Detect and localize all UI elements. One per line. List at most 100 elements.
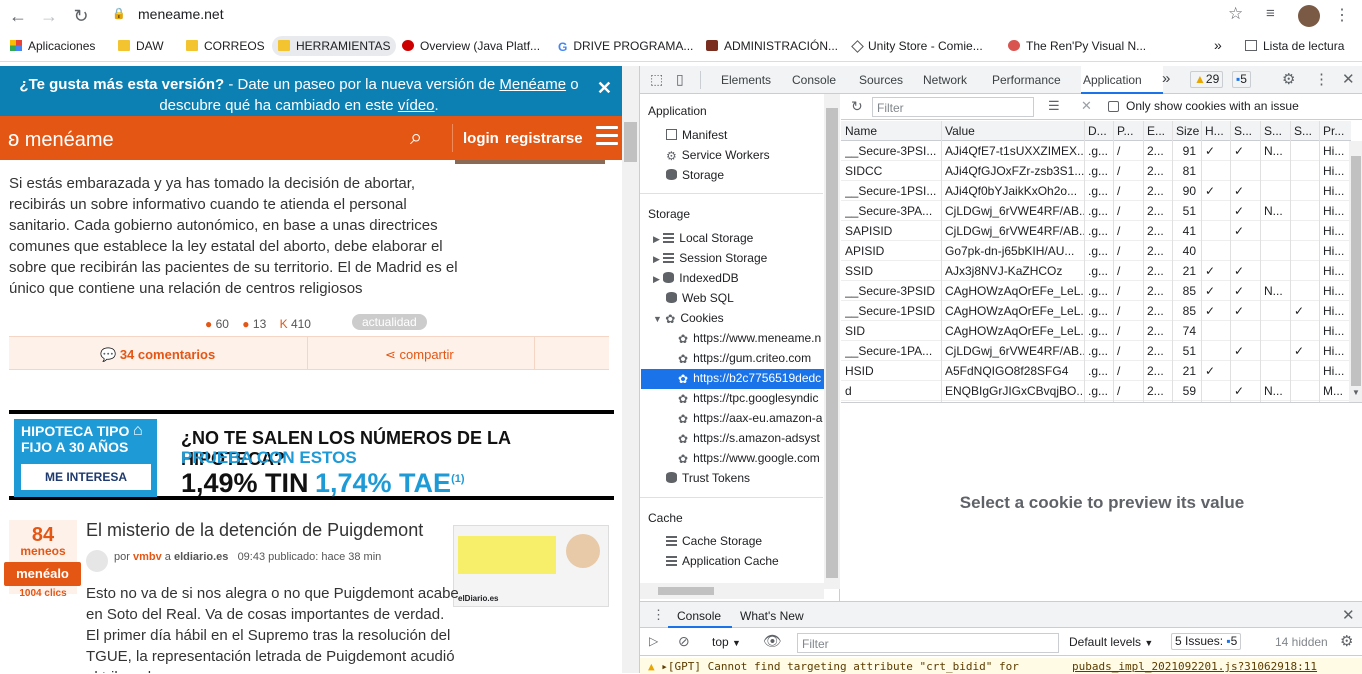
sidebar-item-manifest[interactable]: Manifest <box>666 128 727 142</box>
cookie-site-item[interactable]: ✿ https://www.google.com <box>678 451 824 465</box>
cookie-site-item[interactable]: ✿ https://aax-eu.amazon-a <box>678 411 824 425</box>
sidebar-item-cache-storage[interactable]: Cache Storage <box>666 534 762 548</box>
column-divider[interactable] <box>1319 121 1320 402</box>
table-row[interactable]: HSID A5FdNQIGO8f28SFG4 .g... / 2... 21 ✓ Hi... <box>841 361 1351 381</box>
site-logo[interactable]: ʚ menéame <box>8 126 114 152</box>
bookmark-java[interactable]: Overview (Java Platf... <box>402 39 540 53</box>
table-row[interactable]: d ENQBIgGrJIGxCBvqjBO... .g... / 2... 59 ✓ N...… <box>841 381 1351 401</box>
column-header[interactable]: S... <box>1264 124 1290 138</box>
tab-sources[interactable]: Sources <box>859 73 903 87</box>
more-bookmarks-icon[interactable]: » <box>1214 37 1222 53</box>
video-link[interactable]: vídeo <box>398 97 435 114</box>
cookie-site-item-selected[interactable]: ✿ https://b2c7756519dedc <box>678 371 824 385</box>
search-icon[interactable]: ⌕ <box>410 124 422 150</box>
refresh-icon[interactable]: ↻ <box>851 98 863 115</box>
table-row[interactable]: __Secure-1PSID CAgHOWzAqOrEFe_LeL... .g...… <box>841 301 1351 321</box>
scroll-down-arrow-icon[interactable]: ▼ <box>1352 388 1360 397</box>
forward-icon[interactable]: → <box>37 4 61 28</box>
table-row[interactable]: SIDCC AJi4QfGJOxFZr-zsb3S1... .g... / 2... 81… <box>841 161 1351 181</box>
column-divider[interactable] <box>1084 121 1085 402</box>
profile-avatar[interactable] <box>1298 5 1320 27</box>
column-divider[interactable] <box>1260 121 1261 402</box>
clear-console-icon[interactable]: ⊘ <box>678 633 690 650</box>
cookie-site-item[interactable]: ✿ https://gum.criteo.com <box>678 351 811 366</box>
eye-icon[interactable]: 👁 <box>763 632 782 650</box>
story-thumbnail[interactable]: elDiario.es <box>453 525 609 607</box>
column-header[interactable]: Name <box>845 124 941 138</box>
column-header[interactable]: D... <box>1088 124 1114 138</box>
sidebar-hscrollbar-thumb[interactable] <box>658 587 714 595</box>
hamburger-menu-icon[interactable] <box>596 126 618 150</box>
close-devtools-icon[interactable]: ✕ <box>1342 70 1355 88</box>
kebab-menu-icon[interactable]: ⋮ <box>1314 70 1329 88</box>
inspect-icon[interactable]: ⬚ <box>650 71 663 88</box>
page-scrollbar-thumb[interactable] <box>624 122 637 162</box>
story-title[interactable]: El misterio de la detención de Puigdemon… <box>86 520 423 541</box>
issue-filter-checkbox[interactable] <box>1108 101 1119 112</box>
table-row[interactable]: SID CAgHOWzAqOrEFe_LeL... .g... / 2... 74 Hi..… <box>841 321 1351 341</box>
sidebar-item-session-storage[interactable]: ▶ Session Storage <box>653 251 767 265</box>
address-bar[interactable]: meneame.net <box>138 6 224 22</box>
tab-application[interactable]: Application <box>1083 73 1142 87</box>
close-drawer-icon[interactable]: ✕ <box>1342 606 1355 624</box>
warning-source-link[interactable]: pubads_impl_2021092201.js?31062918:11 <box>1072 660 1317 673</box>
share-link[interactable]: ⋖ compartir <box>385 347 454 363</box>
column-divider[interactable] <box>1201 121 1202 402</box>
media-icon[interactable]: ≡ <box>1266 5 1275 22</box>
column-divider[interactable] <box>1172 121 1173 402</box>
bookmark-admin[interactable]: ADMINISTRACIÓN... <box>706 39 838 53</box>
log-levels-select[interactable]: Default levels ▼ <box>1069 635 1153 649</box>
table-row[interactable]: SSID AJx3j8NVJ-KaZHCOz .g... / 2... 21 ✓ ✓ Hi... <box>841 261 1351 281</box>
column-header[interactable]: Pr... <box>1323 124 1349 138</box>
device-toggle-icon[interactable]: ▯ <box>676 71 684 88</box>
console-settings-icon[interactable]: ⚙ <box>1340 632 1353 650</box>
sidebar-item-trust-tokens[interactable]: Trust Tokens <box>666 471 750 485</box>
lock-icon[interactable]: 🔒 <box>112 7 126 20</box>
drawer-menu-icon[interactable]: ⋮ <box>652 607 665 623</box>
tab-console[interactable]: Console <box>792 73 836 87</box>
table-row[interactable]: __Secure-3PSI... AJi4QfE7-t1sUXXZIMEX....… <box>841 141 1351 161</box>
issues-badge[interactable]: 5 Issues: ▪5 <box>1171 633 1242 650</box>
sidebar-item-cookies[interactable]: ▼ ✿ Cookies <box>653 311 724 326</box>
table-row[interactable]: __Secure-1PA... CjLDGwj_6rVWE4RF/AB... .g.… <box>841 341 1351 361</box>
tab-performance[interactable]: Performance <box>992 73 1061 87</box>
delete-selected-icon[interactable]: ✕ <box>1081 98 1092 114</box>
warnings-badge[interactable]: ▲29 <box>1190 71 1224 88</box>
clear-filtered-icon[interactable]: ☰ <box>1048 98 1060 114</box>
column-header[interactable]: Value <box>945 124 1085 138</box>
new-version-link[interactable]: Menéame <box>499 76 566 93</box>
more-tabs-icon[interactable]: » <box>1162 70 1170 87</box>
drawer-tab-console[interactable]: Console <box>677 609 721 623</box>
context-select[interactable]: top ▼ <box>712 635 741 649</box>
category-tag[interactable]: actualidad <box>352 314 427 330</box>
bookmark-renpy[interactable]: The Ren'Py Visual N... <box>1008 39 1146 53</box>
tab-elements[interactable]: Elements <box>721 73 771 87</box>
console-filter-input[interactable]: Filter <box>797 633 1059 653</box>
table-row[interactable]: __Secure-1PSI... AJi4Qf0bYJaikKxOh2o... .g… <box>841 181 1351 201</box>
cookie-site-item[interactable]: ✿ https://www.meneame.n <box>678 331 821 346</box>
column-header[interactable]: Size <box>1176 124 1202 138</box>
bookmark-unity[interactable]: Unity Store - Comie... <box>851 39 983 53</box>
bookmark-drive[interactable]: G DRIVE PROGRAMA... <box>558 39 693 54</box>
column-header[interactable]: E... <box>1147 124 1173 138</box>
comments-link[interactable]: 💬 34 comentarios <box>100 347 215 363</box>
column-divider[interactable] <box>941 121 942 402</box>
column-header[interactable]: H... <box>1205 124 1231 138</box>
table-row[interactable]: APISID Go7pk-dn-j65bKIH/AU... .g... / 2... 40… <box>841 241 1351 261</box>
sidebar-item-service-workers[interactable]: ⚙ Service Workers <box>666 148 770 163</box>
author-link[interactable]: vmbv <box>133 551 162 563</box>
sidebar-toggle-icon[interactable]: ▷ <box>649 634 658 648</box>
sidebar-scrollbar-thumb[interactable] <box>826 108 838 578</box>
table-row[interactable]: SAPISID CjLDGwj_6rVWE4RF/AB... .g... / 2... 4… <box>841 221 1351 241</box>
table-row[interactable]: __Secure-3PSID CAgHOWzAqOrEFe_LeL... .g...… <box>841 281 1351 301</box>
table-row[interactable]: __Secure-3PA... CjLDGwj_6rVWE4RF/AB... .g.… <box>841 201 1351 221</box>
ad-cta-button[interactable]: ME INTERESA <box>21 464 151 490</box>
sidebar-item-application-cache[interactable]: Application Cache <box>666 554 779 568</box>
bookmark-apps[interactable]: Aplicaciones <box>10 39 95 53</box>
settings-gear-icon[interactable]: ⚙ <box>1282 70 1295 88</box>
column-header[interactable]: S... <box>1234 124 1260 138</box>
login-link[interactable]: login <box>463 130 499 147</box>
bookmark-daw[interactable]: DAW <box>118 39 164 53</box>
sidebar-item-local-storage[interactable]: ▶ Local Storage <box>653 231 753 245</box>
sidebar-item-indexeddb[interactable]: ▶ IndexedDB <box>653 271 739 285</box>
